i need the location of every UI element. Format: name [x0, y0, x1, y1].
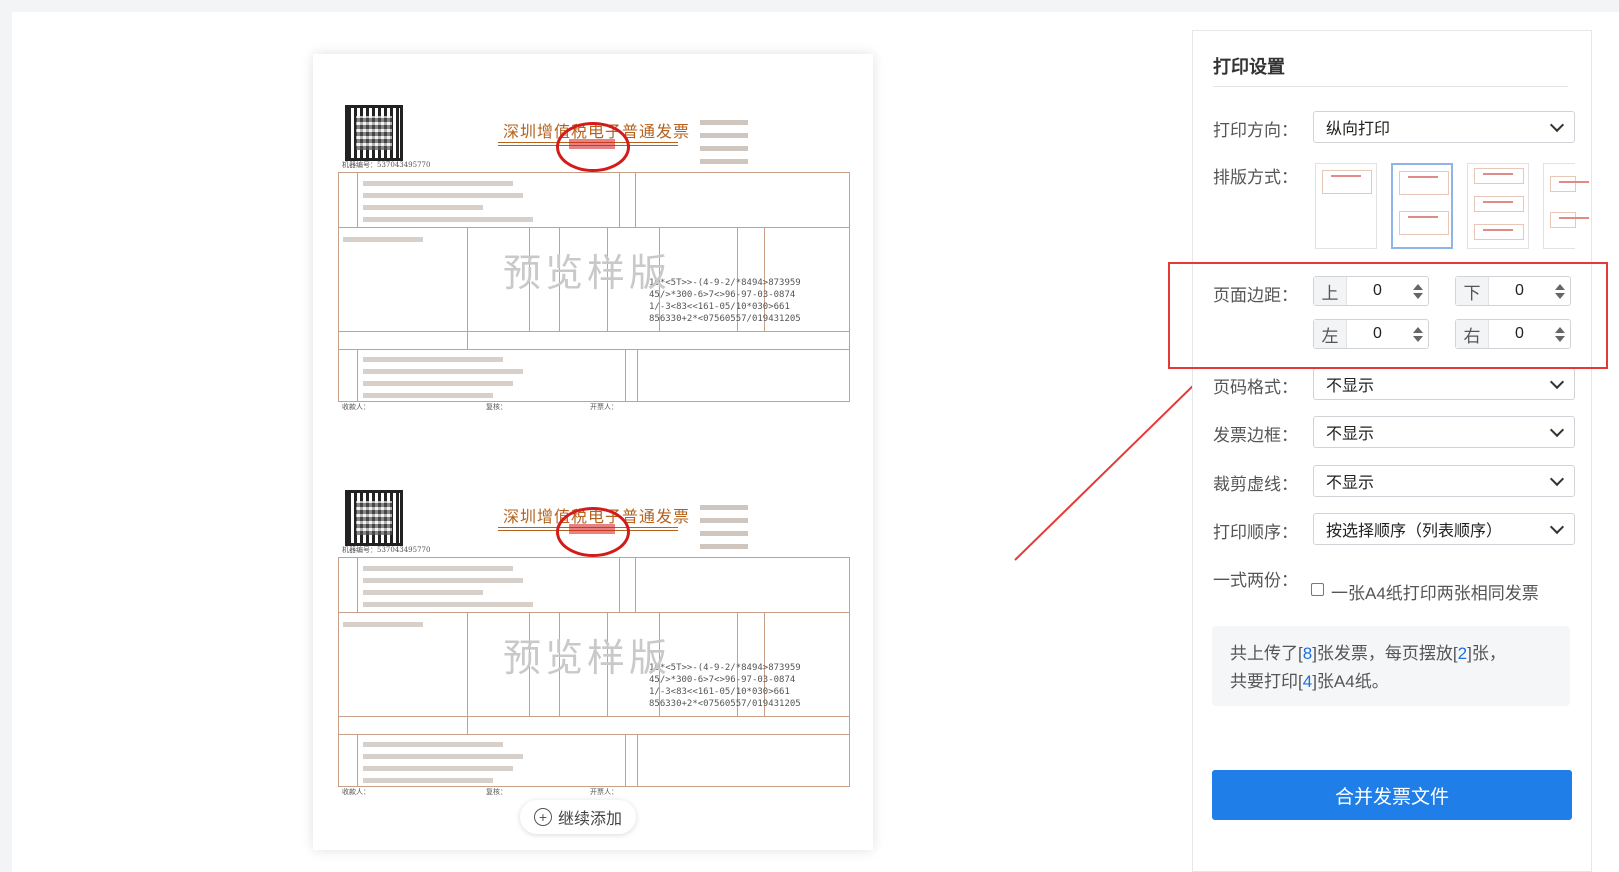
- print-order-select[interactable]: 按选择顺序（列表顺序）: [1313, 513, 1575, 545]
- per-page-count: 2: [1457, 644, 1468, 663]
- orientation-value: 纵向打印: [1326, 121, 1391, 138]
- layout-label: 排版方式：: [1213, 168, 1298, 187]
- chevron-down-icon: [1549, 471, 1565, 487]
- summary-text: 共上传了[: [1230, 644, 1303, 663]
- border-select[interactable]: 不显示: [1313, 416, 1575, 448]
- summary-text: 共要打印[: [1230, 672, 1303, 691]
- print-order-value: 按选择顺序（列表顺序）: [1326, 523, 1503, 540]
- print-settings-panel: 打印设置 打印方向： 纵向打印 排版方式： 页面边距： 上 0 下 0 左 0 …: [1192, 30, 1592, 872]
- margin-highlight-box: [1168, 262, 1608, 369]
- panel-title: 打印设置: [1213, 57, 1285, 77]
- crop-line-value: 不显示: [1326, 475, 1375, 492]
- layout-option-3[interactable]: [1467, 163, 1529, 249]
- sheet-count: 4: [1302, 672, 1313, 691]
- chevron-down-icon: [1549, 422, 1565, 438]
- print-summary: 共上传了[8]张发票，每页摆放[2]张， 共要打印[4]张A4纸。: [1212, 626, 1570, 706]
- summary-text: ]张A4纸。: [1312, 672, 1389, 691]
- orientation-select[interactable]: 纵向打印: [1313, 111, 1575, 143]
- chevron-down-icon: [1549, 519, 1565, 535]
- duplicate-checkbox[interactable]: [1311, 583, 1324, 596]
- page-number-select[interactable]: 不显示: [1313, 368, 1575, 400]
- summary-text: ]张，: [1467, 644, 1506, 663]
- duplicate-label: 一式两份：: [1213, 571, 1298, 590]
- uploaded-count: 8: [1302, 644, 1313, 663]
- crop-line-label: 裁剪虚线：: [1213, 475, 1298, 494]
- crop-line-select[interactable]: 不显示: [1313, 465, 1575, 497]
- layout-option-4[interactable]: [1543, 163, 1589, 249]
- page-number-value: 不显示: [1326, 378, 1375, 395]
- chevron-down-icon: [1549, 117, 1565, 133]
- layout-option-2[interactable]: [1391, 163, 1453, 249]
- duplicate-option-text[interactable]: 一张A4纸打印两张相同发票: [1331, 579, 1539, 604]
- orientation-label: 打印方向：: [1213, 121, 1298, 140]
- summary-text: ]张发票，每页摆放[: [1312, 644, 1458, 663]
- chevron-down-icon: [1549, 374, 1565, 390]
- layout-option-1[interactable]: [1315, 163, 1377, 249]
- print-order-label: 打印顺序：: [1213, 523, 1298, 542]
- border-label: 发票边框：: [1213, 426, 1298, 445]
- border-value: 不显示: [1326, 426, 1375, 443]
- divider: [1213, 86, 1568, 87]
- merge-invoice-button[interactable]: 合并发票文件: [1212, 770, 1572, 820]
- page-number-label: 页码格式：: [1213, 378, 1298, 397]
